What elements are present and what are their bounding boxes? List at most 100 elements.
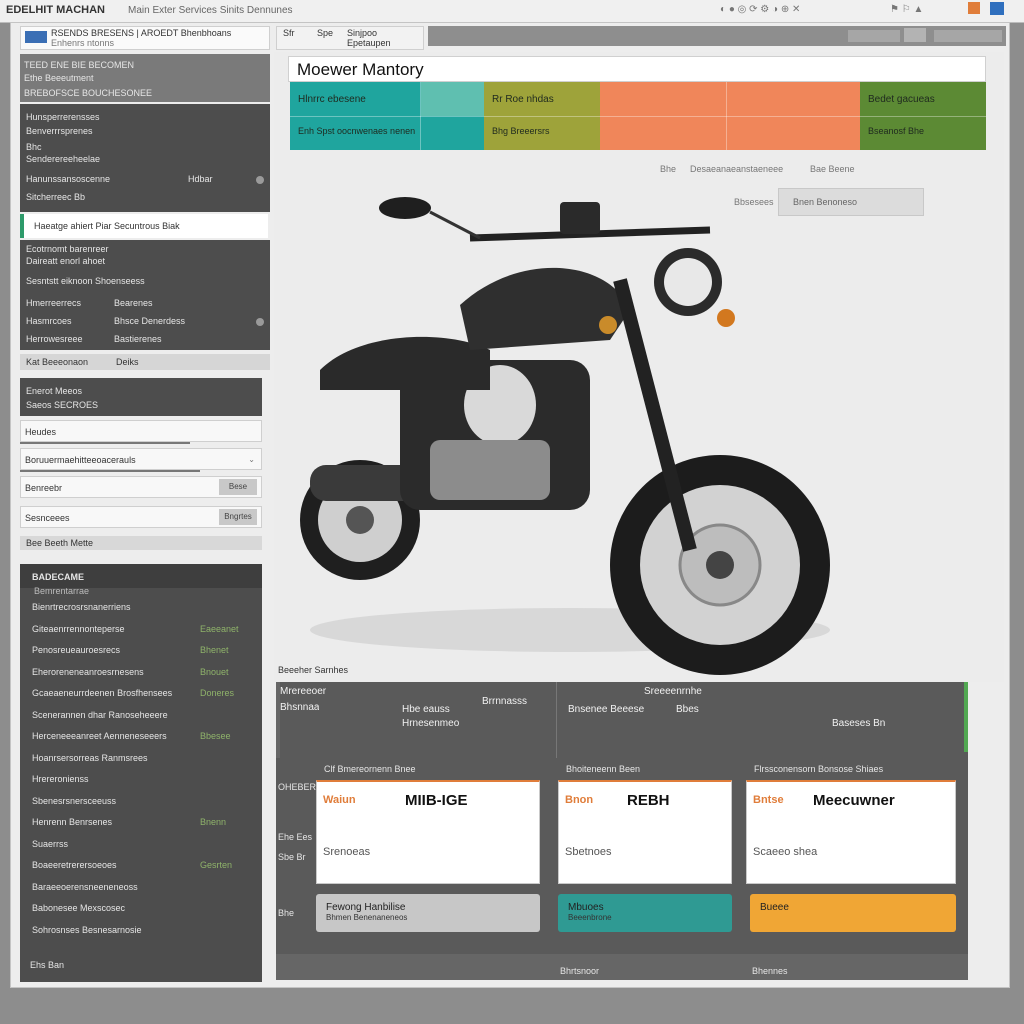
color-bar[interactable] [600, 82, 860, 150]
list-item[interactable]: Boaeeretrerersoeoes Gesrten [20, 860, 262, 874]
list-item[interactable]: Penosreueauroesrecs Bhenet [20, 645, 262, 659]
list-item[interactable]: Babonesee Mexscosec [20, 903, 262, 917]
list-item[interactable]: Hrereronienss [20, 774, 262, 788]
pill-subtext: Beeenbrone [568, 913, 612, 922]
spec-header-value: Hrnesenmeo [402, 718, 460, 729]
form-field[interactable]: Heudes [20, 420, 262, 442]
info-icon[interactable] [256, 176, 264, 184]
form-title: Enerot Meeos [26, 386, 83, 396]
list-item[interactable]: Herrowesreee Bastierenes [20, 334, 270, 348]
field-button[interactable]: Bngrtes [219, 509, 257, 525]
filter-value[interactable]: Desaeanaeanstaeneee [690, 164, 783, 174]
toolbar-button-b[interactable] [904, 28, 926, 42]
spec-table-divider [556, 682, 557, 758]
sidebar-group-2: Ecotrnomt barenreer Daireatt enorl ahoet… [20, 240, 270, 350]
toolbar-button-c[interactable] [934, 30, 1002, 42]
card-subtext: Sbetnoes [565, 846, 612, 858]
list-item-label: Suaerrss [32, 838, 69, 849]
form-subtitle: Saeos SECROES [26, 400, 99, 410]
sidebar-header-sub: Ethe Beeeutment [24, 73, 94, 83]
list-item[interactable]: Herceneeeanreet Aenneneseeers Bbesee [20, 731, 262, 745]
title-menu[interactable]: Main Exter Services Sinits Dennunes [128, 5, 293, 16]
footer-tab[interactable]: Bhrtsnoor [560, 966, 599, 976]
list-item[interactable]: Suaerrss [20, 839, 262, 853]
blue-app-icon[interactable] [990, 2, 1004, 15]
tab-spe[interactable]: Spe [317, 28, 333, 38]
list-item[interactable]: Scenerannen dhar Ranoseheeere [20, 710, 262, 724]
list-item[interactable]: Eheroreneneanroesrnesens Bnouet [20, 667, 262, 681]
action-pill[interactable]: Bueee [750, 894, 956, 932]
filter-label: Bhe [660, 164, 677, 174]
list-item[interactable]: Daireatt enorl ahoet [20, 256, 270, 270]
color-bar-divider [726, 82, 727, 150]
list-item[interactable]: Sesntstt eiknoon Shoenseess [20, 276, 270, 290]
color-bar-top-label: Bedet gacueas [868, 94, 935, 105]
color-bar[interactable]: Hlnrrc ebesene Enh Spst oocnwenaes nenen [290, 82, 484, 150]
settings-icon[interactable]: ◐ ● ◎ ⟳ ⚙ ◑ ⊕ ✕ [720, 4, 800, 15]
list-item-value: Bnouet [200, 666, 229, 677]
list-item[interactable]: Benverrrsprenes [20, 126, 270, 140]
list-item-value: Eaeeanet [200, 623, 239, 634]
list-item[interactable]: Hanunssansoscenne Hdbar [20, 174, 270, 188]
info-icon[interactable] [256, 318, 264, 326]
tab-sfr[interactable]: Sfr [283, 28, 295, 38]
action-pill[interactable]: Mbuoes Beeenbrone [558, 894, 732, 932]
info-card[interactable]: Bntse Meecuwner Scaeeo shea [746, 780, 956, 884]
field-button[interactable]: Bese [219, 479, 257, 495]
info-card[interactable]: Waiun MIIB-IGE Srenoeas [316, 780, 540, 884]
tools-icon[interactable]: ⚑ ⚐ ▲ [890, 4, 923, 15]
progress-underline [20, 470, 200, 472]
form-fields: Heudes Boruuermaehitteeoacerauls ⌄ Benre… [20, 418, 262, 534]
list-item[interactable]: Sitcherreec Bb [20, 192, 270, 206]
color-bar-divider [600, 116, 860, 117]
list-item-label: Sohrosnses Besnesarnosie [32, 924, 142, 935]
orange-icon[interactable] [968, 2, 980, 14]
address-bar[interactable]: RSENDS BRESENS | AROEDT Bhenbhoans Enhen… [20, 26, 270, 50]
spec-header-label: Sreeeenrnhe [644, 686, 702, 697]
list-item[interactable]: Hoanrsersorreas Ranmsrees [20, 753, 262, 767]
list-item[interactable]: Giteaenrrennonteperse Eaeeanet [20, 624, 262, 638]
color-bar[interactable]: Rr Roe nhdas Bhg Breeersrs [484, 82, 600, 150]
list-item[interactable]: Sohrosnses Besnesarnosie [20, 925, 262, 939]
color-bar[interactable]: Bedet gacueas Bseanosf Bhe [860, 82, 986, 150]
action-pill[interactable]: Fewong Hanbilise Bhmen Benenaneneos [316, 894, 540, 932]
spec-table-accent [964, 682, 968, 752]
sidebar-list-panel: BADECAME Bemrentarrae Bienrtrecrosrsnane… [20, 564, 262, 982]
color-bar-strip: Hlnrrc ebesene Enh Spst oocnwenaes nenen R… [290, 82, 986, 150]
list-item[interactable]: Bienrtrecrosrsnanerriens [20, 602, 262, 616]
chevron-down-icon[interactable]: ⌄ [248, 455, 255, 464]
list-item[interactable]: Hmerreerrecs Bearenes [20, 298, 270, 312]
footer-tab[interactable]: Bhennes [752, 966, 788, 976]
form-field[interactable]: Benreebr Bese [20, 476, 262, 498]
list-item[interactable]: Hunsperrerensses [20, 112, 270, 126]
page-title: Moewer Mantory [297, 60, 424, 79]
list-item[interactable]: Baraeeoerensneeneneoss [20, 882, 262, 896]
row-label: OHEBER [278, 782, 317, 792]
form-field[interactable]: Boruuermaehitteeoacerauls ⌄ [20, 448, 262, 470]
list-item[interactable]: Hasmrcoes Bhsce Denerdess [20, 316, 270, 330]
spec-header-label: Mrereeoer [280, 686, 327, 697]
tab-sinjpoo[interactable]: Sinjpoo [347, 28, 377, 38]
list-item[interactable]: Gcaeaeneurrdeenen Brosfhensees Doneres [20, 688, 262, 702]
title-bar: EDELHIT MACHAN Main Exter Services Sinit… [0, 0, 1024, 23]
sidebar-selected-item[interactable]: Haeatge ahiert Piar Secuntrous Biak [20, 214, 268, 238]
list-item[interactable]: Senderereeheelae [20, 154, 270, 168]
tab-epetaupen[interactable]: Epetaupen [347, 38, 391, 48]
row-label: Ehe Ees [278, 832, 313, 842]
color-bar-top-label: Hlnrrc ebesene [298, 94, 366, 105]
tiny-row: Bee Beeth Mette [20, 536, 262, 550]
spec-header-label: Brrnnasss [482, 696, 528, 707]
info-card[interactable]: Bnon REBH Sbetnoes [558, 780, 732, 884]
address-subtext: Enhenrs ntonns [51, 38, 115, 48]
list-item[interactable]: Sbenesrsnersceeuss [20, 796, 262, 810]
card-value: REBH [627, 792, 670, 809]
filter-right[interactable]: Bae Beene [810, 164, 855, 174]
form-field[interactable]: Sesnceees Bngrtes [20, 506, 262, 528]
address-text: RSENDS BRESENS | AROEDT Bhenbhoans [51, 28, 232, 38]
list-item-value: Gesrten [200, 860, 233, 870]
toolbar-button-a[interactable] [848, 30, 900, 42]
color-bar-bottom-label: Bseanosf Bhe [868, 126, 925, 136]
color-bar-highlight [421, 82, 484, 116]
list-item[interactable]: Henrenn Benrsenes Bnenn [20, 817, 262, 831]
list-item-value: Doneres [200, 688, 235, 698]
